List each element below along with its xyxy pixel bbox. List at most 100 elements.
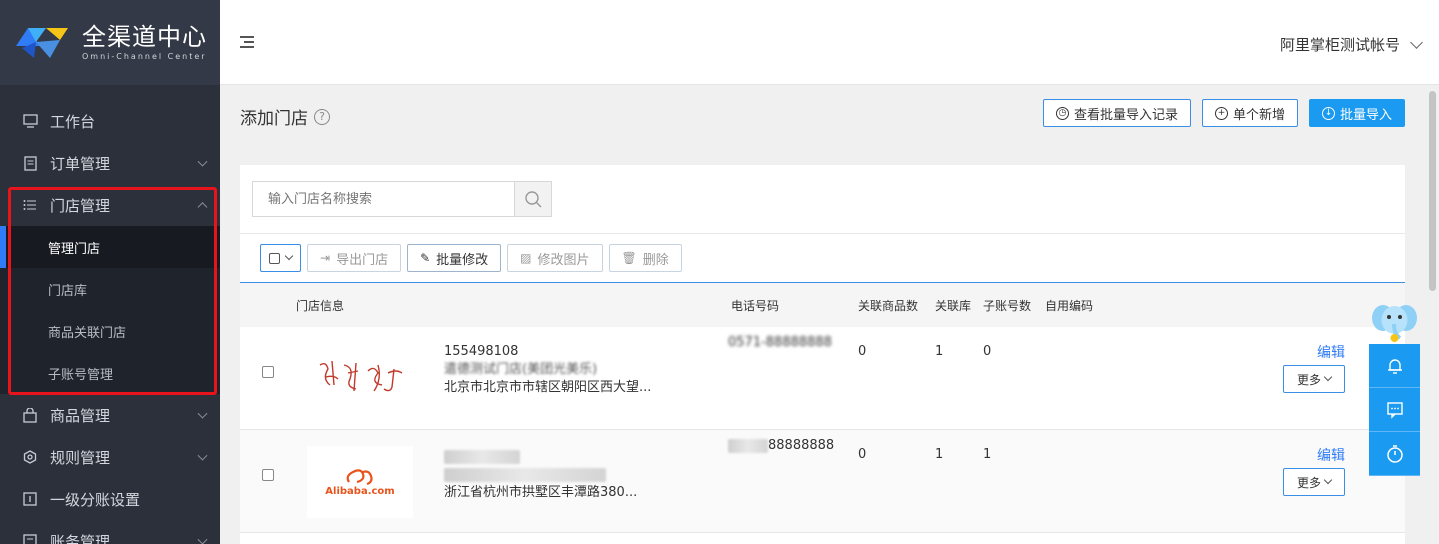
chevron-down-icon (197, 408, 208, 419)
sidebar-item-label: 门店管理 (50, 196, 111, 215)
store-phone: 0571-88888888 (728, 335, 832, 350)
account-name: 阿里掌柜测试帐号 (1279, 36, 1400, 54)
sidebar-subitem-product-stores[interactable]: 商品关联门店 (0, 310, 220, 352)
delete-button[interactable]: 🗑 删除 (608, 244, 682, 272)
chevron-down-icon (197, 534, 208, 544)
chevron-down-icon (1410, 35, 1423, 49)
account-icon (22, 491, 38, 507)
batch-import-button[interactable]: ↓ 批量导入 (1308, 99, 1405, 127)
stopwatch-icon (1386, 444, 1403, 463)
table-row: Alibaba.com 浙江省杭州市拱墅区丰潭路380... 88888888 … (240, 430, 1405, 533)
account-menu[interactable]: 阿里掌柜测试帐号 (1279, 34, 1423, 55)
help-icon[interactable]: ? (314, 108, 330, 125)
top-header: 阿里掌柜测试帐号 (220, 0, 1439, 85)
sidebar-subitem-manage-stores[interactable]: 管理门店 (0, 226, 220, 268)
sidebar-item-accounting[interactable]: 账务管理 (0, 520, 220, 544)
import-history-label: 查看批量导入记录 (1073, 107, 1178, 123)
edit-link[interactable]: 编辑 (1317, 445, 1345, 465)
search-button[interactable] (514, 181, 552, 217)
chevron-down-icon (284, 251, 294, 261)
store-image (307, 343, 413, 415)
phone-redacted (728, 438, 768, 453)
message-button[interactable] (1369, 388, 1420, 432)
edit-image-button[interactable]: ▨ 修改图片 (507, 244, 603, 272)
export-stores-label: 导出门店 (336, 252, 389, 268)
signature-image (319, 360, 403, 392)
menu-collapse-icon[interactable] (240, 36, 254, 48)
store-id-redacted (444, 448, 674, 466)
settings-icon (22, 449, 38, 465)
edit-image-label: 修改图片 (537, 252, 590, 268)
sidebar-item-stores[interactable]: 门店管理 (0, 184, 220, 226)
store-list-card: ⇥ 导出门店 ✎ 批量修改 ▨ 修改图片 🗑 删除 门店信息 电话号码 关联商品… (240, 165, 1405, 544)
edit-link[interactable]: 编辑 (1317, 342, 1345, 362)
goods-count: 0 (858, 344, 867, 359)
batch-edit-button[interactable]: ✎ 批量修改 (407, 244, 502, 272)
alibaba-logo-text: Alibaba.com (325, 485, 395, 497)
sidebar-item-label: 工作台 (50, 112, 96, 131)
elephant-mascot-icon[interactable] (1369, 298, 1420, 344)
table-row: 155498108 遣德测试门店(美团光美乐) 北京市北京市市辖区朝阳区西大望.… (240, 327, 1405, 430)
sidebar-item-orders[interactable]: 订单管理 (0, 142, 220, 184)
batch-edit-label: 批量修改 (436, 252, 489, 268)
sidebar-subitem-store-library[interactable]: 门店库 (0, 268, 220, 310)
select-all-dropdown[interactable] (260, 244, 301, 272)
monitor-icon (22, 113, 38, 129)
stock-count: 1 (935, 344, 944, 359)
more-button[interactable]: 更多 (1283, 468, 1345, 496)
export-stores-button[interactable]: ⇥ 导出门店 (307, 244, 402, 272)
import-history-button[interactable]: ◷ 查看批量导入记录 (1042, 99, 1191, 127)
checkbox-icon (269, 252, 280, 264)
alibaba-logo: Alibaba.com (325, 468, 395, 497)
page-heading: 添加门店 ? ◷ 查看批量导入记录 + 单个新增 ↓ 批量导入 (220, 85, 1439, 141)
store-search-input[interactable] (252, 181, 514, 217)
column-header: 电话号码 (731, 299, 780, 313)
bag-icon (22, 407, 38, 423)
brand-title: 全渠道中心 (82, 23, 207, 51)
single-add-button[interactable]: + 单个新增 (1201, 99, 1298, 127)
table-header: 门店信息 电话号码 关联商品数 关联库 子账号数 自用编码 (240, 283, 1405, 327)
row-checkbox[interactable] (262, 366, 274, 378)
ledger-icon (22, 533, 38, 544)
page-scrollbar[interactable] (1426, 85, 1439, 544)
batch-import-label: 批量导入 (1339, 107, 1392, 123)
chevron-down-icon (197, 450, 208, 461)
delete-label: 删除 (642, 252, 669, 268)
sidebar-item-workbench[interactable]: 工作台 (0, 100, 220, 142)
table-toolbar: ⇥ 导出门店 ✎ 批量修改 ▨ 修改图片 🗑 删除 (260, 244, 682, 272)
more-button[interactable]: 更多 (1283, 365, 1345, 393)
more-label: 更多 (1296, 372, 1321, 387)
column-header: 子账号数 (983, 299, 1032, 313)
brand: 全渠道中心 Omni-Channel Center (0, 0, 220, 85)
plus-circle-icon: + (1214, 106, 1228, 120)
notification-button[interactable] (1369, 344, 1420, 388)
sidebar-item-products[interactable]: 商品管理 (0, 394, 220, 436)
sidebar-item-split-settings[interactable]: 一级分账设置 (0, 478, 220, 520)
store-search (252, 181, 552, 217)
column-header: 门店信息 (296, 299, 345, 313)
clock-icon: ◷ (1055, 106, 1069, 120)
scrollbar-thumb[interactable] (1429, 91, 1436, 291)
image-icon: ▨ (520, 251, 532, 265)
sidebar-subitem-subaccounts[interactable]: 子账号管理 (0, 352, 220, 394)
more-label: 更多 (1296, 475, 1321, 490)
sidebar-item-label: 账务管理 (50, 532, 111, 544)
store-phone: 88888888 (728, 438, 834, 453)
store-phone-text: 88888888 (768, 438, 835, 453)
store-name-redacted (444, 466, 674, 484)
row-checkbox[interactable] (262, 469, 274, 481)
sidebar-item-label: 订单管理 (50, 154, 111, 173)
timer-button[interactable] (1369, 432, 1420, 476)
floating-toolbox (1369, 298, 1420, 476)
alibaba-logo-icon (346, 468, 373, 485)
trash-icon: 🗑 (621, 251, 637, 265)
chat-icon (1386, 401, 1403, 419)
search-icon (525, 191, 542, 208)
subaccount-count: 1 (983, 447, 992, 462)
sidebar-item-rules[interactable]: 规则管理 (0, 436, 220, 478)
brand-subtitle: Omni-Channel Center (82, 52, 207, 61)
column-header: 自用编码 (1045, 299, 1094, 313)
export-icon: ⇥ (320, 251, 331, 265)
page-title-text: 添加门店 (240, 109, 308, 129)
chevron-up-icon (197, 202, 208, 213)
